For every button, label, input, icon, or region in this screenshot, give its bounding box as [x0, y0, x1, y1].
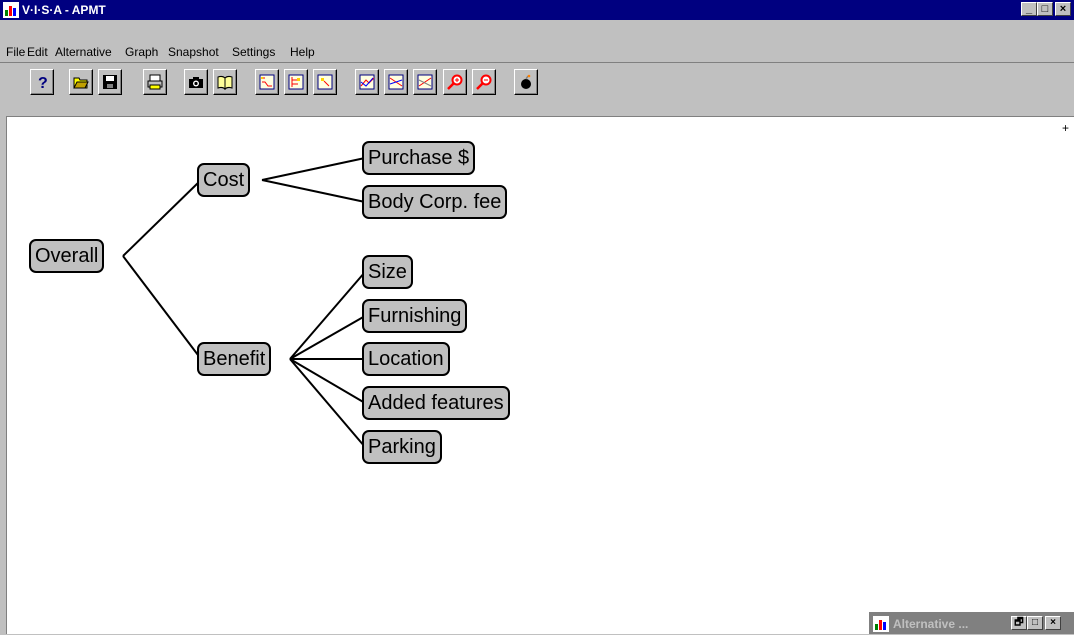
- app-icon[interactable]: [3, 2, 19, 18]
- save-icon: [103, 75, 117, 89]
- menu-snapshot[interactable]: Snapshot: [168, 44, 219, 60]
- node-benefit[interactable]: Benefit: [197, 342, 272, 376]
- menu-edit[interactable]: Edit: [27, 44, 48, 60]
- close-button[interactable]: ×: [1055, 2, 1071, 16]
- menu-settings[interactable]: Settings: [232, 44, 275, 60]
- save-button[interactable]: [98, 69, 122, 95]
- edge-cost-purchase: [261, 157, 366, 181]
- edge-cost-bodycorp: [261, 179, 366, 203]
- menu-alternative[interactable]: Alternative: [55, 44, 112, 60]
- chart-1-button[interactable]: [355, 69, 379, 95]
- mini-maximize-button[interactable]: □: [1027, 616, 1043, 630]
- zoom-out-button[interactable]: [472, 69, 496, 95]
- book-icon: [217, 75, 233, 90]
- node-body-corp-fee[interactable]: Body Corp. fee: [362, 185, 508, 219]
- node-size[interactable]: Size: [362, 255, 413, 289]
- print-icon: [147, 74, 163, 90]
- help-button[interactable]: ?: [30, 69, 54, 95]
- mini-close-button[interactable]: ×: [1045, 616, 1061, 630]
- edge-benefit-size: [289, 271, 366, 360]
- maximize-button[interactable]: □: [1037, 2, 1053, 16]
- edge-overall-benefit: [122, 255, 202, 360]
- toolbar: ?: [0, 62, 1074, 102]
- chart-3-icon: [417, 74, 433, 90]
- window-title: V·I·S·A - APMT: [22, 3, 106, 17]
- node-cost[interactable]: Cost: [197, 163, 251, 197]
- graph-2-button[interactable]: [284, 69, 308, 95]
- open-folder-icon: [73, 77, 89, 89]
- close-icon: ×: [1050, 617, 1056, 628]
- node-overall[interactable]: Overall: [29, 239, 105, 273]
- node-parking[interactable]: Parking: [362, 430, 442, 464]
- help-icon: ?: [38, 75, 48, 90]
- app-window: V·I·S·A - APMT _ □ × File Edit Alternati…: [0, 0, 1074, 634]
- chart-2-icon: [388, 74, 404, 90]
- edge-overall-cost: [122, 179, 202, 257]
- graph-1-icon: [259, 74, 275, 90]
- maximize-icon: □: [1031, 617, 1039, 628]
- snapshot-button[interactable]: [184, 69, 208, 95]
- edge-benefit-parking: [289, 358, 366, 448]
- minimized-window-title: Alternative ...: [893, 617, 969, 631]
- camera-icon: [189, 77, 203, 88]
- chart-1-icon: [359, 74, 375, 90]
- node-added-features[interactable]: Added features: [362, 386, 510, 420]
- title-bar[interactable]: V·I·S·A - APMT _ □ ×: [0, 0, 1074, 20]
- open-button[interactable]: [69, 69, 93, 95]
- zoom-out-icon: [476, 74, 492, 90]
- tree-edges: [122, 157, 366, 448]
- graph-2-icon: [288, 74, 304, 90]
- canvas-marker: +: [1062, 121, 1070, 135]
- print-button[interactable]: [143, 69, 167, 95]
- menu-bar: File Edit Alternative Graph Snapshot Set…: [0, 41, 1074, 63]
- chart-2-button[interactable]: [384, 69, 408, 95]
- node-furnishing[interactable]: Furnishing: [362, 299, 468, 333]
- graph-3-icon: [317, 74, 333, 90]
- minimize-icon: _: [1025, 3, 1033, 15]
- graph-1-button[interactable]: [255, 69, 279, 95]
- minimize-button[interactable]: _: [1021, 2, 1037, 16]
- close-icon: ×: [1059, 3, 1067, 15]
- clear-button[interactable]: [514, 69, 538, 95]
- zoom-in-icon: [447, 74, 463, 90]
- menu-file[interactable]: File: [6, 44, 25, 60]
- node-location[interactable]: Location: [362, 342, 450, 376]
- node-purchase[interactable]: Purchase $: [362, 141, 476, 175]
- alternative-window-icon: [873, 616, 889, 632]
- edge-benefit-furnishing: [289, 315, 366, 360]
- hierarchy-canvas[interactable]: Overall Cost Benefit Purchase $ Body Cor…: [6, 116, 1074, 634]
- edge-benefit-added-features: [289, 358, 366, 404]
- graph-3-button[interactable]: [313, 69, 337, 95]
- menu-graph[interactable]: Graph: [125, 44, 158, 60]
- maximize-icon: □: [1041, 3, 1049, 15]
- menu-help[interactable]: Help: [290, 44, 315, 60]
- book-button[interactable]: [213, 69, 237, 95]
- minimized-alternative-window[interactable]: Alternative ... 🗗 □ ×: [868, 611, 1074, 634]
- chart-3-button[interactable]: [413, 69, 437, 95]
- restore-button[interactable]: 🗗: [1011, 616, 1027, 630]
- bomb-icon: [521, 74, 531, 89]
- zoom-in-button[interactable]: [443, 69, 467, 95]
- restore-icon: 🗗: [1014, 617, 1024, 628]
- svg-text:?: ?: [38, 75, 48, 90]
